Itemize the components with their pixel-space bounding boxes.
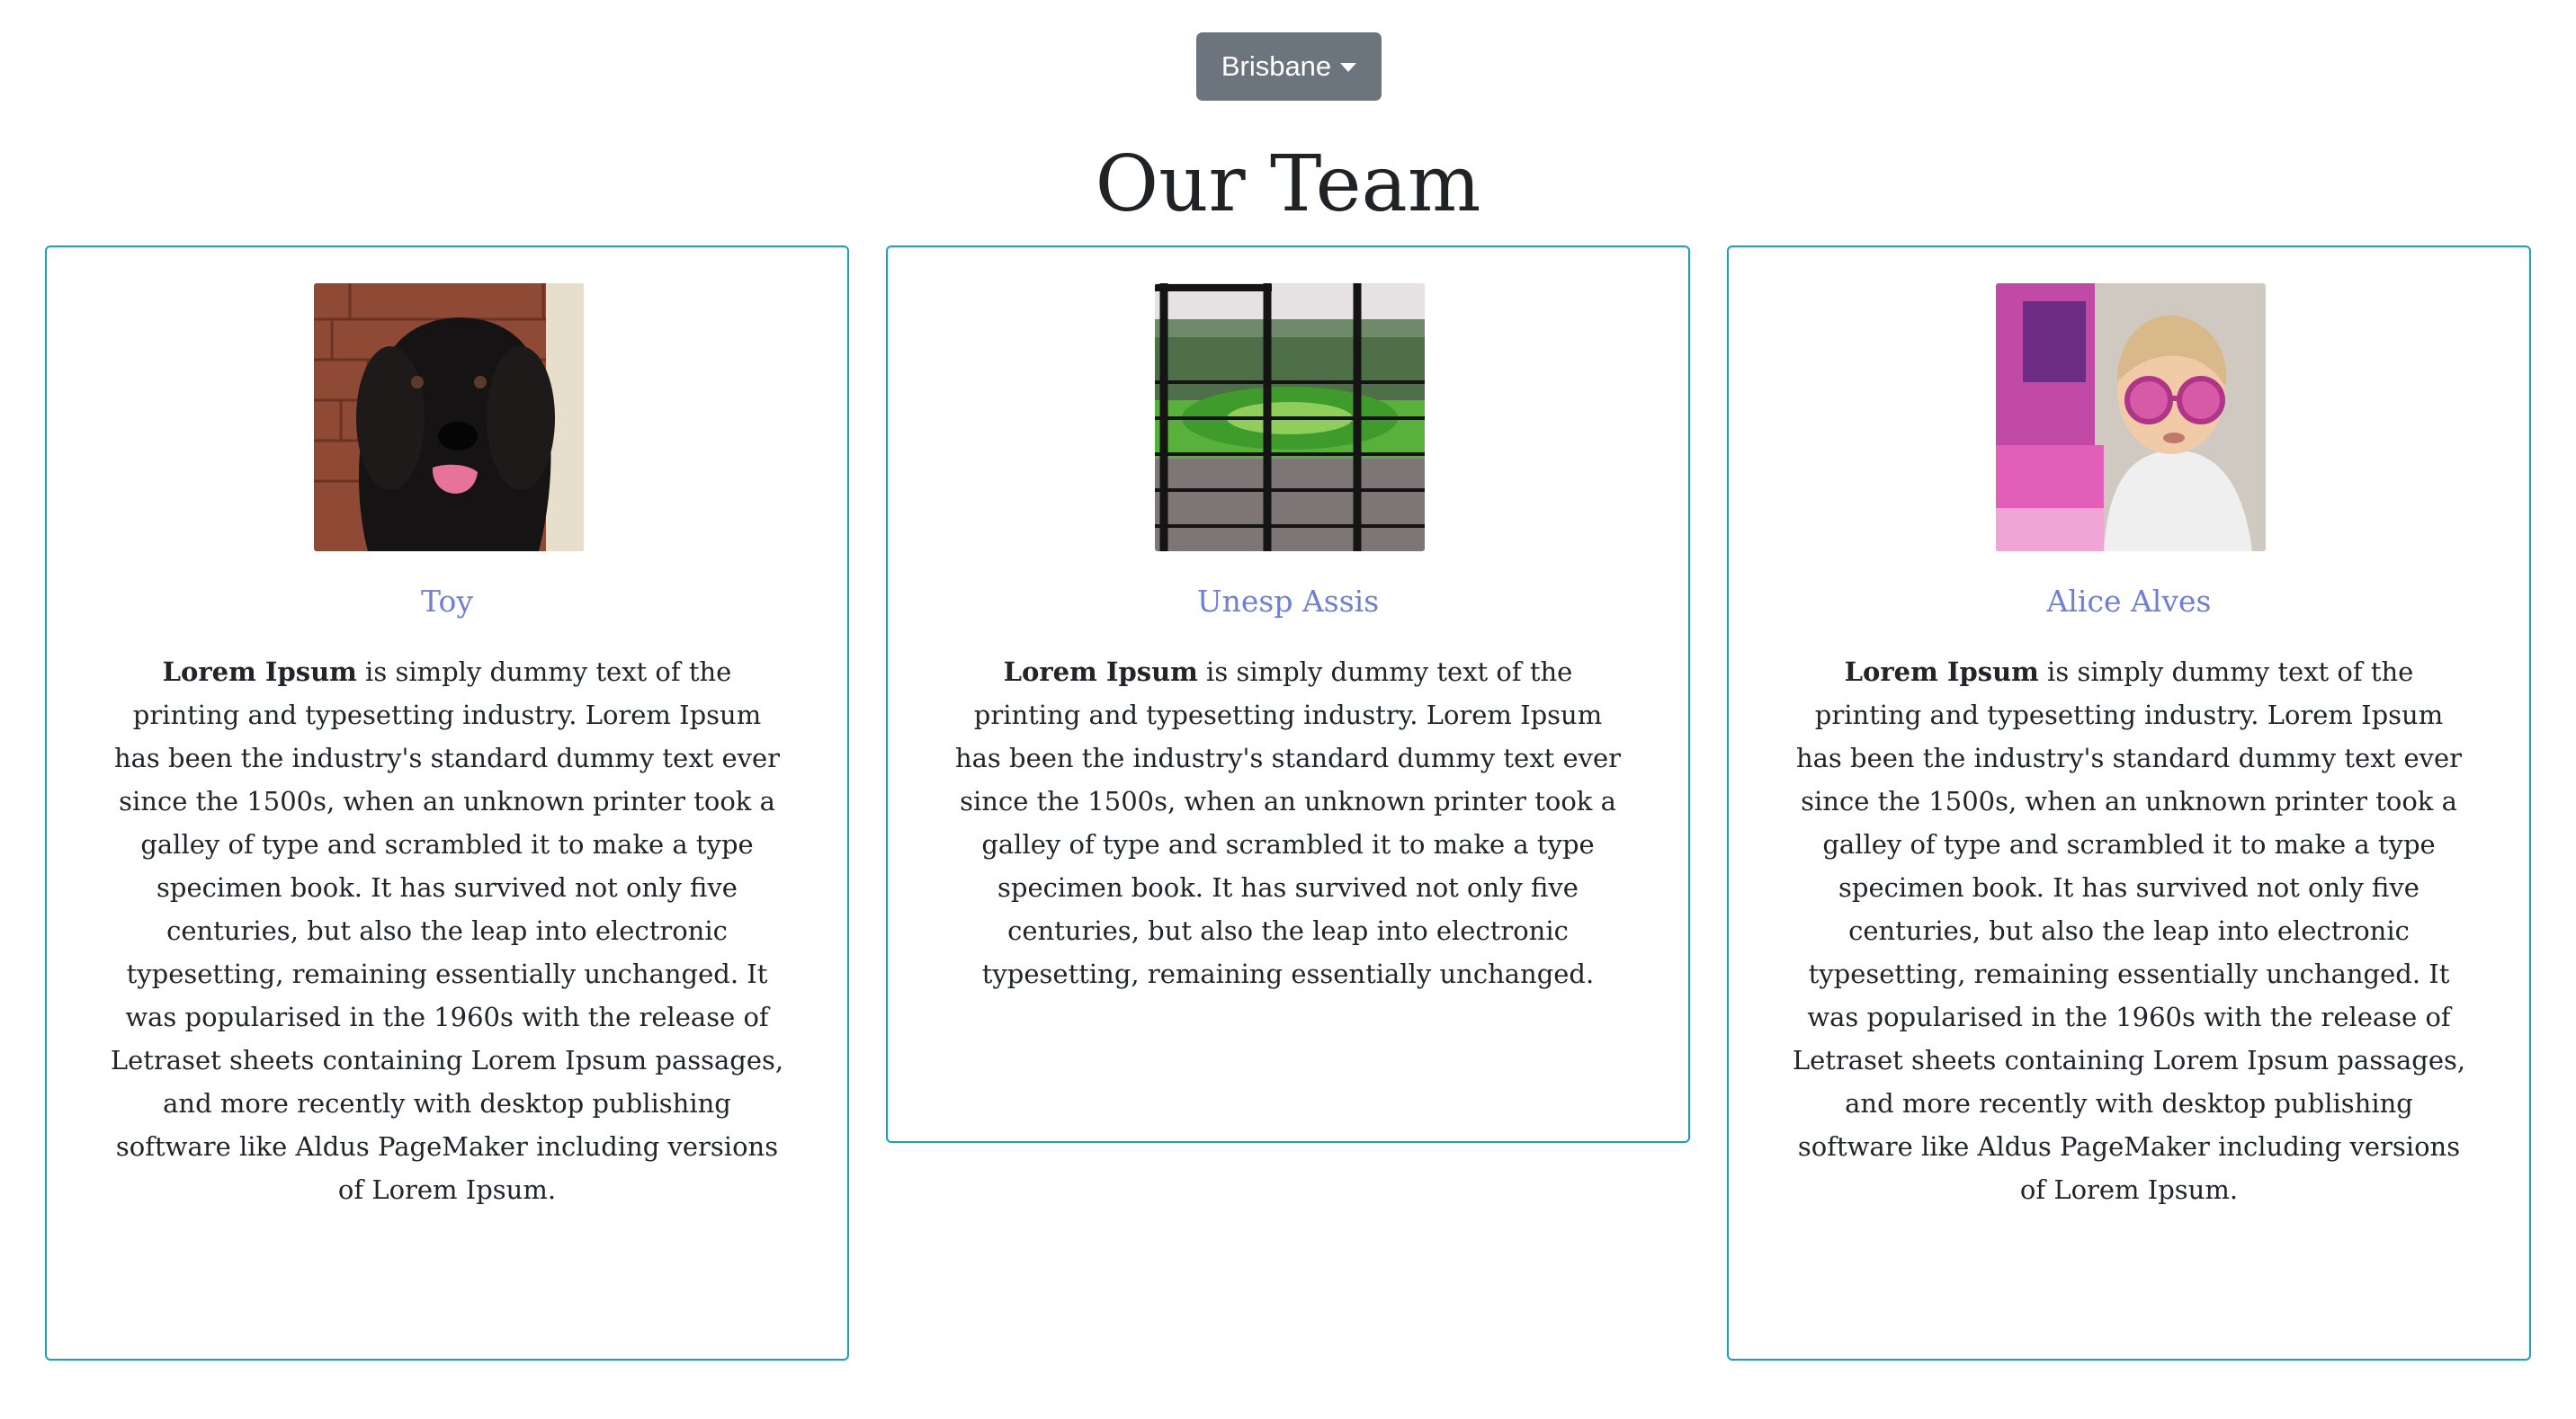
bio-bold-text: Lorem Ipsum [162, 656, 357, 687]
child-sunglasses-photo-image [1996, 283, 2266, 551]
caret-down-icon [1340, 63, 1357, 72]
bio-text: is simply dummy text of the printing and… [954, 656, 1622, 989]
team-member-photo [314, 283, 584, 551]
team-member-photo [1996, 283, 2266, 551]
bio-bold-text: Lorem Ipsum [1003, 656, 1198, 687]
team-member-name: Unesp Assis [1196, 584, 1380, 619]
location-dropdown-button[interactable]: Brisbane [1196, 32, 1382, 101]
team-member-bio: Lorem Ipsum is simply dummy text of the … [1792, 650, 2466, 1211]
window-garden-photo-image [1155, 283, 1425, 551]
team-member-card: Toy Lorem Ipsum is simply dummy text of … [45, 245, 849, 1361]
team-member-photo [1155, 283, 1425, 551]
page-title: Our Team [1095, 139, 1481, 229]
location-dropdown-label: Brisbane [1221, 50, 1332, 82]
dog-photo-image [314, 283, 584, 551]
team-member-card: Unesp Assis Lorem Ipsum is simply dummy … [886, 245, 1690, 1143]
bio-text: is simply dummy text of the printing and… [1792, 656, 2466, 1205]
team-member-bio: Lorem Ipsum is simply dummy text of the … [951, 650, 1625, 995]
team-member-name: Alice Alves [2046, 584, 2212, 619]
team-member-card: Alice Alves Lorem Ipsum is simply dummy … [1727, 245, 2531, 1361]
bio-text: is simply dummy text of the printing and… [110, 656, 784, 1205]
bio-bold-text: Lorem Ipsum [1844, 656, 2039, 687]
team-member-bio: Lorem Ipsum is simply dummy text of the … [110, 650, 784, 1211]
team-member-name: Toy [421, 584, 473, 619]
